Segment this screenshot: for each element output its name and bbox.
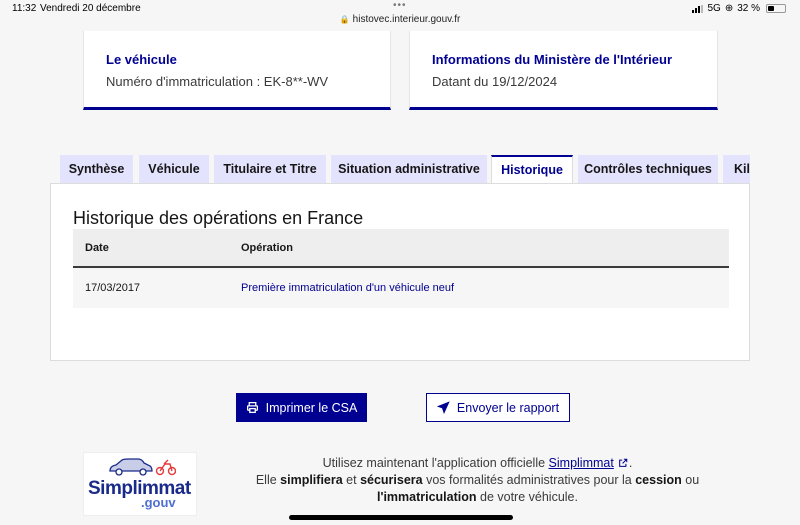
tab-kilometrage[interactable]: Kilo bbox=[723, 155, 750, 183]
ministry-card: Informations du Ministère de l'Intérieur… bbox=[409, 31, 718, 110]
vehicle-card: Le véhicule Numéro d'immatriculation : E… bbox=[83, 31, 391, 110]
header-date: Date bbox=[85, 242, 109, 254]
promo-text: vos formalités administratives pour la bbox=[422, 473, 636, 487]
header-operation: Opération bbox=[241, 242, 293, 254]
row-operation: Première immatriculation d'un véhicule n… bbox=[241, 282, 455, 294]
promo-text: de votre véhicule. bbox=[476, 490, 578, 504]
promo-bold: simplifiera bbox=[280, 473, 343, 487]
promo-text: ou bbox=[681, 473, 700, 487]
home-indicator[interactable] bbox=[289, 515, 513, 520]
promo-bold: l'immatriculation bbox=[377, 490, 477, 504]
battery-percent: 32 % bbox=[737, 3, 760, 14]
external-link-icon bbox=[618, 458, 628, 467]
history-title: Historique des opérations en France bbox=[73, 208, 364, 228]
promo-text: . bbox=[628, 456, 633, 470]
address-url: histovec.interieur.gouv.fr bbox=[352, 14, 461, 25]
promo-bold: sécurisera bbox=[360, 473, 423, 487]
promo-bold: cession bbox=[635, 473, 682, 487]
print-csa-button[interactable]: Imprimer le CSA bbox=[236, 393, 367, 422]
promo-text: et bbox=[342, 473, 361, 487]
promo-line-3: l'immatriculation de votre véhicule. bbox=[235, 489, 720, 506]
promo-text: Elle bbox=[255, 473, 281, 487]
tab-historique[interactable]: Historique bbox=[491, 155, 573, 183]
lock-icon: 🔒 bbox=[339, 15, 350, 24]
tab-titulaire[interactable]: Titulaire et Titre bbox=[214, 155, 326, 183]
ministry-date: Datant du 19/12/2024 bbox=[432, 74, 558, 89]
signal-icon bbox=[692, 4, 704, 13]
vehicle-plate: Numéro d'immatriculation : EK-8**-WV bbox=[106, 74, 329, 89]
ministry-card-title: Informations du Ministère de l'Intérieur bbox=[432, 52, 673, 67]
send-report-label: Envoyer le rapport bbox=[456, 400, 560, 415]
status-indicators: 5G ⊕ 32 % bbox=[692, 3, 786, 14]
tab-vehicule[interactable]: Véhicule bbox=[139, 155, 209, 183]
row-date: 17/03/2017 bbox=[85, 282, 141, 294]
table-header: Date Opération bbox=[73, 229, 729, 268]
history-table: Date Opération 17/03/2017 Première immat… bbox=[73, 229, 729, 308]
tab-situation-administrative[interactable]: Situation administrative bbox=[331, 155, 487, 183]
status-date: Vendredi 20 décembre bbox=[40, 3, 141, 14]
simplimmat-link[interactable]: Simplimmat bbox=[549, 456, 614, 470]
send-report-button[interactable]: Envoyer le rapport bbox=[426, 393, 570, 422]
logo-word-gouv: .gouv bbox=[141, 495, 176, 510]
printer-icon bbox=[246, 401, 258, 414]
simplimmat-logo[interactable]: Simplimmat .gouv bbox=[83, 452, 197, 516]
network-label: 5G bbox=[707, 3, 721, 14]
simplimmat-promo: Utilisez maintenant l'application offici… bbox=[235, 455, 720, 506]
print-csa-label: Imprimer le CSA bbox=[265, 400, 358, 415]
send-icon bbox=[436, 401, 450, 414]
status-time: 11:32 bbox=[12, 3, 37, 14]
battery-icon bbox=[766, 4, 786, 13]
promo-line-1: Utilisez maintenant l'application offici… bbox=[235, 455, 720, 472]
tab-bar: Synthèse Véhicule Titulaire et Titre Sit… bbox=[60, 155, 750, 183]
orientation-lock-icon: ⊕ bbox=[724, 3, 734, 14]
multitask-dots-icon[interactable]: ••• bbox=[393, 0, 407, 11]
car-moto-icon bbox=[109, 458, 176, 476]
history-panel: Historique des opérations en France Date… bbox=[50, 183, 750, 361]
tab-controles-techniques[interactable]: Contrôles techniques bbox=[578, 155, 718, 183]
address-bar[interactable]: 🔒 histovec.interieur.gouv.fr bbox=[0, 14, 800, 25]
status-bar: 11:32 Vendredi 20 décembre ••• 🔒 histovec… bbox=[0, 0, 800, 30]
tab-synthese[interactable]: Synthèse bbox=[60, 155, 133, 183]
vehicle-card-title: Le véhicule bbox=[106, 52, 177, 67]
promo-line-2: Elle simplifiera et sécurisera vos forma… bbox=[235, 472, 720, 489]
table-row: 17/03/2017 Première immatriculation d'un… bbox=[73, 268, 729, 308]
promo-text: Utilisez maintenant l'application offici… bbox=[322, 456, 549, 470]
